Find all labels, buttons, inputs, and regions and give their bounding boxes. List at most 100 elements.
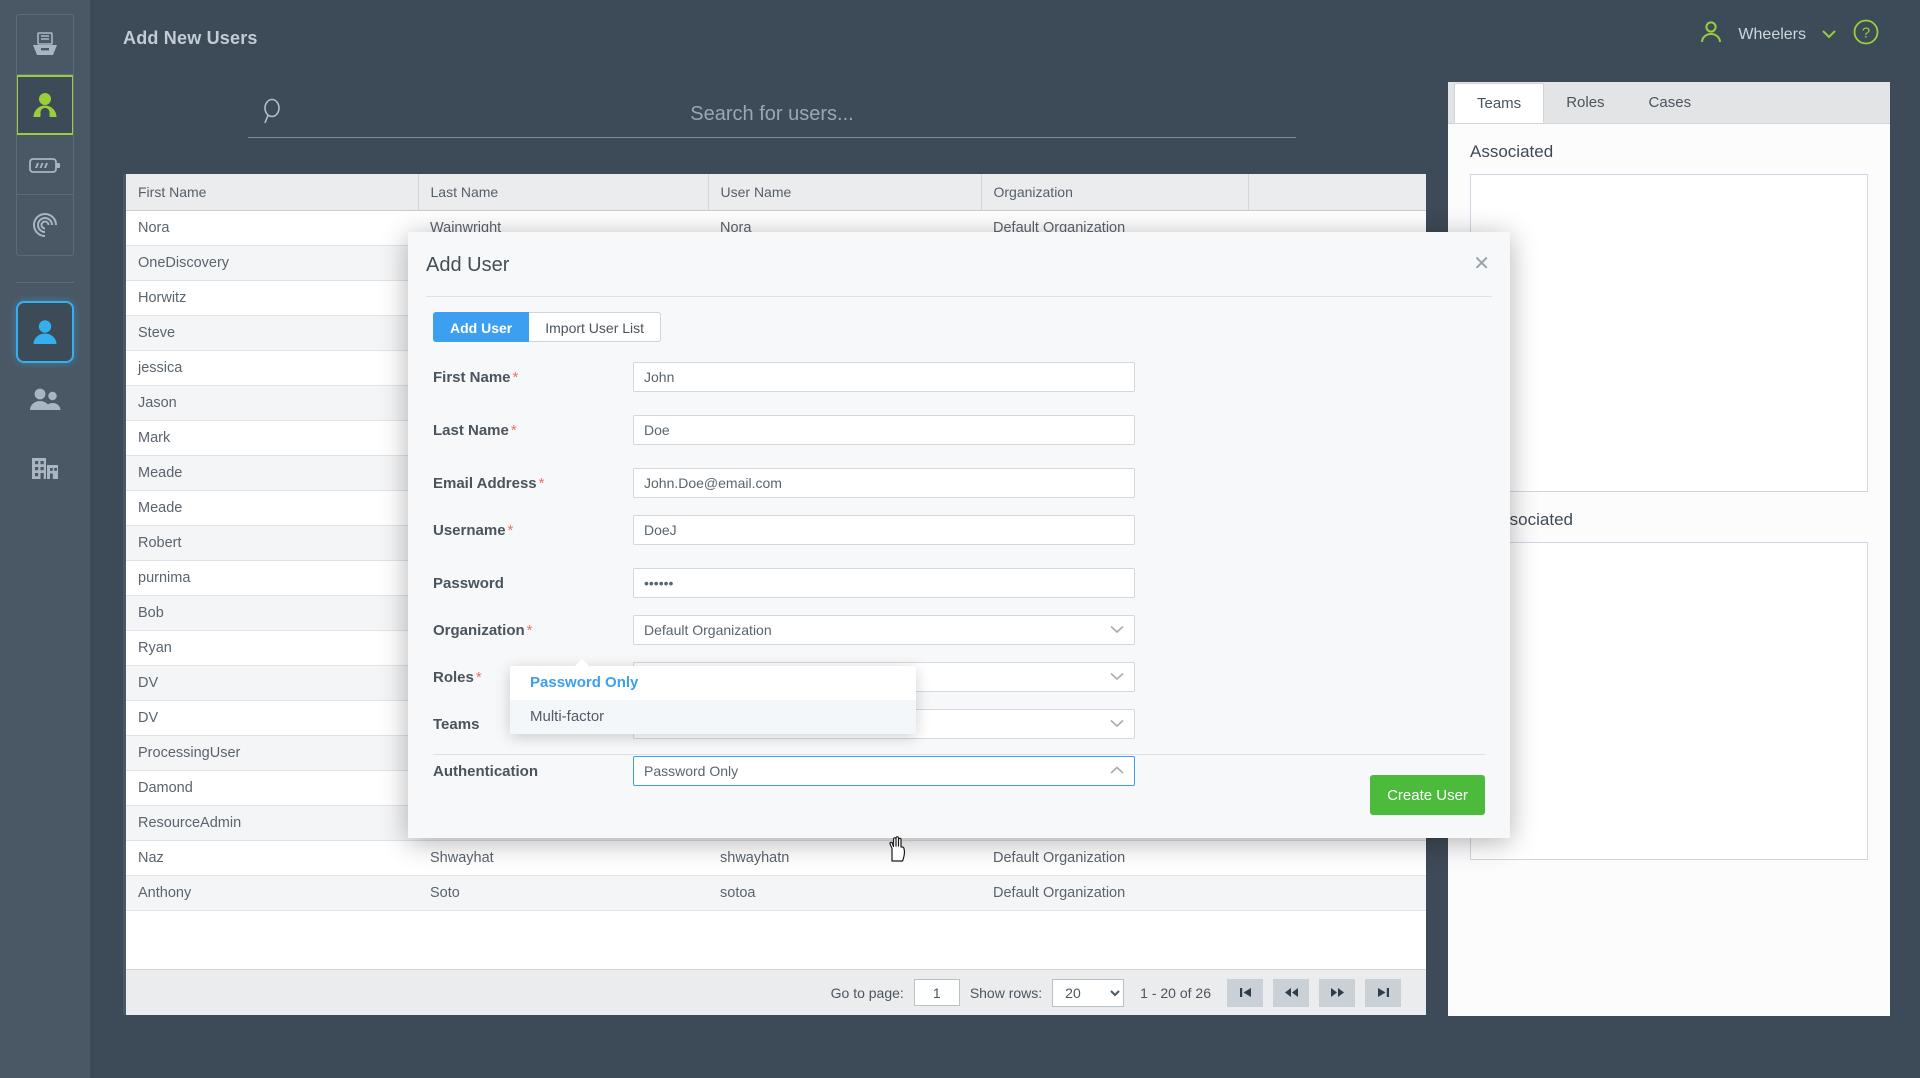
rail-item-users[interactable]: [17, 75, 73, 135]
modal-footer-divider: [433, 754, 1485, 755]
chevron-down-icon[interactable]: [1820, 26, 1838, 43]
rail-item-documents[interactable]: [17, 15, 73, 75]
side-panel-tab-cases[interactable]: Cases: [1627, 83, 1714, 123]
person-green-icon: [30, 90, 60, 120]
pagination-range-label: 1 - 20 of 26: [1140, 984, 1211, 1001]
username-input[interactable]: [633, 515, 1135, 545]
table-cell: Mark: [126, 420, 418, 456]
top-bar: Add New Users Wheelers ?: [90, 0, 1920, 72]
search-input[interactable]: [248, 92, 1296, 136]
column-header-first-name[interactable]: First Name: [126, 174, 419, 211]
user-menu[interactable]: Wheelers ?: [1698, 18, 1880, 51]
label-authentication: Authentication: [433, 762, 538, 780]
rail-item-groups[interactable]: [16, 369, 74, 431]
authentication-select[interactable]: Password Only: [633, 756, 1135, 786]
close-icon[interactable]: ✕: [1473, 254, 1490, 274]
password-input[interactable]: [633, 568, 1135, 598]
table-cell: Damond: [126, 770, 418, 806]
associated-list-box[interactable]: [1470, 174, 1868, 492]
control-organization: Default Organization: [633, 615, 1135, 645]
associated-section-title: Associated: [1470, 142, 1554, 161]
tab-add-user[interactable]: Add User: [433, 312, 530, 342]
side-panel-tabs: Teams Roles Cases: [1448, 82, 1890, 124]
table-cell: [1248, 875, 1426, 911]
question-circle-icon[interactable]: ?: [1852, 18, 1880, 51]
tab-import-user-list[interactable]: Import User List: [529, 312, 662, 342]
first-page-button[interactable]: [1227, 978, 1263, 1007]
control-email-address: [633, 468, 1135, 498]
people-icon: [28, 387, 62, 413]
goto-page-input[interactable]: [913, 979, 960, 1006]
chevron-up-icon: [1110, 764, 1124, 778]
email-input[interactable]: [633, 468, 1135, 498]
table-cell: OneDiscovery: [126, 245, 418, 281]
create-user-button[interactable]: Create User: [1370, 775, 1485, 815]
organization-select[interactable]: Default Organization: [633, 615, 1135, 645]
column-header-organization[interactable]: Organization: [981, 174, 1249, 211]
modal-header-divider: [426, 296, 1492, 297]
column-header-user-name[interactable]: User Name: [708, 174, 982, 211]
field-row-authentication: Authentication Password Only: [433, 754, 1485, 788]
user-name-label: Wheelers: [1738, 25, 1806, 43]
table-cell: Meade: [126, 455, 418, 491]
radar-icon: [30, 210, 60, 240]
rail-item-organizations[interactable]: [16, 437, 74, 499]
table-cell: purnima: [126, 560, 418, 596]
rail-item-batches[interactable]: [17, 135, 73, 195]
add-user-modal: Add User ✕ Add User Import User List Fir…: [408, 232, 1510, 838]
table-cell: ResourceAdmin: [126, 805, 418, 841]
dropdown-arrow: [574, 659, 590, 667]
prev-page-button[interactable]: [1273, 978, 1309, 1007]
show-rows-label: Show rows:: [969, 984, 1043, 1001]
last-page-button[interactable]: [1365, 978, 1401, 1007]
details-side-panel: Teams Roles Cases Associated Unassociated: [1448, 82, 1890, 1016]
unassociated-list-box[interactable]: [1470, 542, 1868, 860]
table-row[interactable]: Anthony Soto sotoa Default Organization: [126, 875, 1426, 911]
table-cell: sotoa: [708, 875, 981, 911]
table-cell: Nora: [126, 210, 418, 246]
rail-item-user-admin[interactable]: [16, 301, 74, 363]
next-page-button[interactable]: [1319, 978, 1355, 1007]
control-password: [633, 568, 1135, 598]
table-cell: DV: [126, 700, 418, 736]
side-panel-tab-teams[interactable]: Teams: [1454, 83, 1545, 123]
field-row-password: Password: [433, 566, 1485, 600]
building-icon: [29, 454, 61, 482]
dropdown-option-password-only[interactable]: Password Only: [510, 666, 916, 700]
table-cell: Meade: [126, 490, 418, 526]
pagination-bar: Go to page: Show rows: 102050100 1 - 20 …: [126, 969, 1426, 1015]
label-last-name: Last Name *: [433, 421, 517, 439]
table-cell: Default Organization: [981, 840, 1248, 876]
table-cell: Shwayhat: [418, 840, 708, 876]
label-first-name: First Name *: [433, 368, 519, 386]
modal-tab-group: Add User Import User List: [433, 312, 662, 342]
table-header-row: First Name Last Name User Name Organizat…: [126, 174, 1426, 211]
inbox-tray-icon: [30, 31, 60, 59]
table-cell: Soto: [418, 875, 708, 911]
table-cell: shwayhatn: [708, 840, 981, 876]
side-panel-tab-roles[interactable]: Roles: [1544, 83, 1626, 123]
field-row-last-name: Last Name *: [433, 413, 1485, 447]
table-cell: Steve: [126, 315, 418, 351]
person-filled-icon: [30, 317, 60, 347]
rail-divider: [16, 282, 74, 283]
dropdown-option-multi-factor[interactable]: Multi-factor: [510, 700, 916, 734]
table-cell: Ryan: [126, 630, 418, 666]
last-name-input[interactable]: [633, 415, 1135, 445]
control-authentication: Password Only: [633, 756, 1135, 786]
label-organization: Organization *: [433, 621, 533, 639]
first-name-input[interactable]: [633, 362, 1135, 392]
field-row-email: Email Address *: [433, 466, 1485, 500]
table-cell: Horwitz: [126, 280, 418, 316]
authentication-value: Password Only: [644, 763, 739, 779]
table-row[interactable]: Naz Shwayhat shwayhatn Default Organization: [126, 840, 1426, 876]
table-cell: Naz: [126, 840, 418, 876]
rows-per-page-select[interactable]: 102050100: [1052, 978, 1125, 1007]
unassociated-section-title: Unassociated: [1470, 510, 1574, 529]
column-header-last-name[interactable]: Last Name: [418, 174, 709, 211]
page-title: Add New Users: [123, 28, 258, 48]
table-cell: [1248, 840, 1426, 876]
rail-item-analytics[interactable]: [17, 195, 73, 255]
table-cell: ProcessingUser: [126, 735, 418, 771]
table-cell: DV: [126, 665, 418, 701]
